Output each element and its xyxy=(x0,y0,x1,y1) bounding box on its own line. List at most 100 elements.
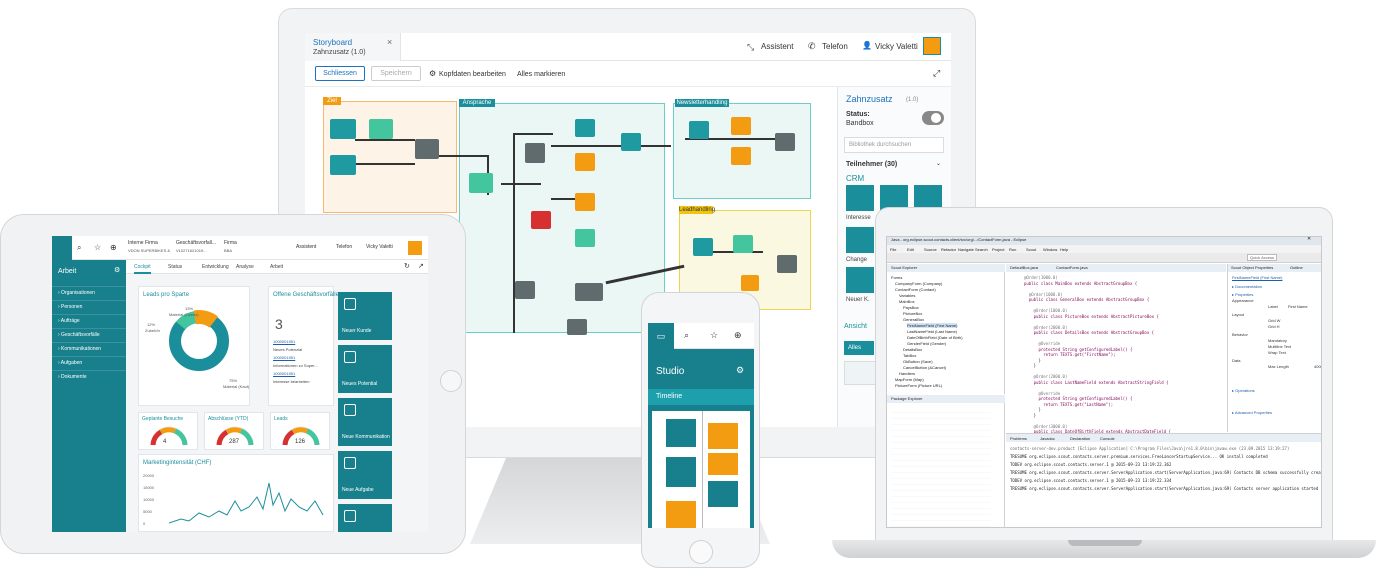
console-tab[interactable]: Javadoc xyxy=(1040,436,1055,441)
folder-icon[interactable]: ▭ xyxy=(648,323,674,349)
flow-node[interactable] xyxy=(731,147,751,165)
star-icon[interactable]: ☆ xyxy=(94,244,101,252)
plus-icon[interactable]: ⊕ xyxy=(110,244,117,252)
chevron-down-icon[interactable]: ⌄ xyxy=(936,161,941,167)
menu-item[interactable]: Scout xyxy=(1026,247,1036,252)
timeline-header[interactable]: Timeline xyxy=(648,389,754,405)
menu-item[interactable]: Search xyxy=(975,247,988,252)
case-link[interactable]: 1000001951 xyxy=(273,339,295,344)
props-section[interactable]: ▸ Properties xyxy=(1232,292,1253,297)
flow-node[interactable] xyxy=(689,121,709,139)
tree-item[interactable]: Variables xyxy=(899,293,915,298)
user-name[interactable]: Vicky Valetti xyxy=(875,43,918,51)
flow-node[interactable] xyxy=(575,229,595,247)
flow-node[interactable] xyxy=(731,117,751,135)
menu-item[interactable]: File xyxy=(890,247,896,252)
timeline-card[interactable] xyxy=(666,457,696,487)
menu-item[interactable]: Window xyxy=(1043,247,1057,252)
timeline-card[interactable] xyxy=(708,481,738,507)
status-toggle[interactable] xyxy=(922,111,944,125)
props-section[interactable]: ▸ Operations xyxy=(1232,388,1255,393)
menu-item[interactable]: Project xyxy=(992,247,1004,252)
plus-icon[interactable]: ⊕ xyxy=(734,331,742,340)
flow-node[interactable] xyxy=(469,173,493,193)
tree-item[interactable]: PaysBox xyxy=(903,305,919,310)
gear-icon[interactable]: ⚙ xyxy=(736,366,744,375)
tree-item[interactable]: GenderField (Gender) xyxy=(907,341,946,346)
phone-icon[interactable]: ✆ xyxy=(808,42,816,51)
shuffle-tile[interactable] xyxy=(846,227,874,253)
props-title[interactable]: FirstNameField (First Name) xyxy=(1232,276,1282,280)
flow-node[interactable] xyxy=(775,133,795,151)
flow-node[interactable] xyxy=(531,211,551,229)
tree-item[interactable]: Forms xyxy=(891,275,902,280)
tree-item[interactable]: DateOfBirthField (Date of Birth) xyxy=(907,335,963,340)
tab[interactable]: Entwicklung xyxy=(202,260,229,274)
console-tab[interactable]: Console xyxy=(1100,436,1115,441)
user-name[interactable]: Vicky Valetti xyxy=(366,245,393,250)
refresh-icon[interactable]: ↻ xyxy=(404,263,410,270)
person-tile[interactable] xyxy=(846,267,874,293)
flow-node[interactable] xyxy=(369,119,393,139)
editor-tab[interactable]: DefaultBox.java xyxy=(1010,266,1038,270)
firma2-value[interactable]: BBA xyxy=(224,249,232,253)
sidebar-item[interactable]: › Aufträge xyxy=(52,314,126,327)
avatar[interactable] xyxy=(408,241,422,255)
assistant-link[interactable]: Assistent xyxy=(761,43,793,51)
quick-access-input[interactable]: Quick Access xyxy=(1247,254,1277,261)
flow-node[interactable] xyxy=(330,155,356,175)
flow-node[interactable] xyxy=(693,238,713,256)
tree-item[interactable]: PictureForm (Picture URL) xyxy=(895,383,942,388)
action-tile[interactable]: Neues Potential xyxy=(338,345,392,393)
timeline-card[interactable] xyxy=(708,423,738,449)
tree-item[interactable]: Handlers xyxy=(899,371,915,376)
phone-link[interactable]: Telefon xyxy=(822,43,848,51)
select-all-button[interactable]: Alles markieren xyxy=(517,71,565,78)
timeline-card[interactable] xyxy=(666,419,696,447)
wand-icon[interactable]: ⤡ xyxy=(747,43,754,52)
tree-item[interactable]: TabBox xyxy=(903,353,916,358)
sidebar-item[interactable]: › Personen xyxy=(52,300,126,313)
tree-item[interactable]: GeneralBox xyxy=(903,317,924,322)
props-section[interactable]: ▸ Advanced Properties xyxy=(1232,410,1272,415)
tree-item[interactable]: MainBox xyxy=(899,299,915,304)
flow-node[interactable] xyxy=(567,319,587,335)
flow-node[interactable] xyxy=(575,193,595,211)
flow-node[interactable] xyxy=(575,119,595,137)
tree-item[interactable]: OkButton (Save) xyxy=(903,359,933,364)
flow-node[interactable] xyxy=(330,119,356,139)
case-link[interactable]: 1000001951 xyxy=(273,371,295,376)
firma-value[interactable]: VDON SUPERBIKES & xyxy=(128,249,170,253)
props-section[interactable]: ▸ Documentation xyxy=(1232,284,1262,289)
flow-node[interactable] xyxy=(515,281,535,299)
action-tile[interactable]: Leads xyxy=(338,504,392,532)
close-icon[interactable]: ✕ xyxy=(1307,237,1311,242)
tree-item[interactable]: ContactForm (Contact) xyxy=(895,287,936,292)
package-tree[interactable] xyxy=(891,407,991,527)
star-icon[interactable]: ☆ xyxy=(710,331,718,340)
expand-icon[interactable]: ⤢ xyxy=(933,69,940,78)
outline-label[interactable]: Outline xyxy=(1290,266,1303,270)
tree-item[interactable]: PictureBox xyxy=(903,311,922,316)
heart-tile[interactable] xyxy=(846,185,874,211)
sidebar-item[interactable]: › Kommunikationen xyxy=(52,342,126,355)
scout-explorer-tab[interactable]: Scout Explorer xyxy=(887,264,1005,272)
package-explorer-tab[interactable]: Package Explorer xyxy=(887,395,1005,403)
flow-node[interactable] xyxy=(415,139,439,159)
action-tile[interactable]: Neuer Kunde xyxy=(338,292,392,340)
case-link[interactable]: 1000001951 xyxy=(273,355,295,360)
tree-item[interactable]: CancelButton (&Cancel) xyxy=(903,365,946,370)
folder-icon[interactable] xyxy=(52,236,72,260)
tab[interactable]: Arbeit xyxy=(270,260,283,274)
save-button[interactable]: Speichern xyxy=(371,66,421,81)
tree-item[interactable]: LastNameField (Last Name) xyxy=(907,329,957,334)
view-all-button[interactable]: Alles xyxy=(844,341,874,355)
flow-node[interactable] xyxy=(733,235,753,253)
menu-item[interactable]: Edit xyxy=(907,247,914,252)
flow-node[interactable] xyxy=(575,153,595,171)
search-icon[interactable]: ⌕ xyxy=(684,331,689,340)
sidebar-item[interactable]: › Organisationen xyxy=(52,286,126,299)
tree-item[interactable]: CompanyForm (Company) xyxy=(895,281,942,286)
tab-storyboard[interactable]: Storyboard Zahnzusatz (1.0) × xyxy=(305,33,401,61)
external-icon[interactable]: ↗ xyxy=(418,263,424,270)
